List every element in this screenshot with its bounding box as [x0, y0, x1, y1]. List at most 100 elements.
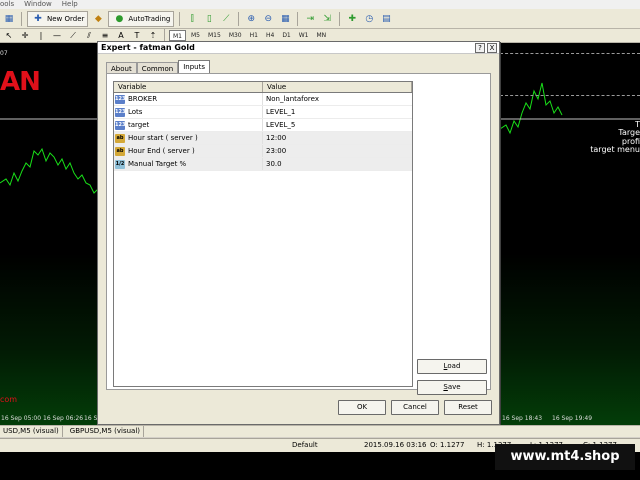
- table-row[interactable]: ab Hour start ( server ) 12:00: [114, 132, 412, 145]
- help-button[interactable]: ?: [475, 43, 485, 53]
- value-cell[interactable]: 12:00: [263, 132, 286, 144]
- new-order-button[interactable]: ✚ New Order: [27, 10, 89, 27]
- timeframe-mn[interactable]: MN: [314, 30, 330, 41]
- table-row[interactable]: 123 Lots LEVEL_1: [114, 106, 412, 119]
- table-row[interactable]: 1/2 Manual Target % 30.0: [114, 158, 412, 171]
- bar-chart-icon[interactable]: ⫿: [185, 12, 199, 26]
- table-row[interactable]: 123 BROKER Non_lantaforex: [114, 93, 412, 106]
- chart-window-right[interactable]: T Targe profi target menu 16 Sep 18:43 1…: [500, 43, 640, 425]
- variable-cell: 123 BROKER: [114, 93, 263, 105]
- load-button[interactable]: Load: [417, 359, 487, 374]
- toolbar-separator: [297, 11, 299, 26]
- price-label: 07: [0, 50, 8, 57]
- chart-watermark-text: com: [0, 395, 18, 404]
- periods-icon[interactable]: ◷: [362, 12, 376, 26]
- cancel-button[interactable]: Cancel: [391, 400, 439, 415]
- inputs-panel: Variable Value 123 BROKER Non_lantaforex…: [106, 73, 491, 395]
- autotrading-icon: ●: [115, 13, 124, 24]
- chart-logo-text: AN: [0, 67, 41, 97]
- variable-name: Hour End ( server ): [128, 147, 195, 155]
- site-watermark: www.mt4.shop: [495, 444, 635, 470]
- column-header-variable[interactable]: Variable: [114, 82, 263, 92]
- vertical-line-icon[interactable]: |: [34, 29, 48, 43]
- tab-inputs[interactable]: Inputs: [178, 60, 211, 74]
- menu-help[interactable]: Help: [62, 0, 78, 9]
- dialog-title: Expert - fatman Gold: [101, 43, 195, 52]
- load-button-label: Load: [443, 362, 461, 370]
- enum-type-icon: 123: [115, 94, 126, 104]
- timeframe-m5[interactable]: M5: [188, 30, 203, 41]
- save-button-label: Save: [443, 383, 461, 391]
- table-row[interactable]: 123 target LEVEL_5: [114, 119, 412, 132]
- double-type-icon: 1/2: [115, 159, 125, 169]
- variable-name: target: [128, 121, 150, 129]
- candlestick-icon[interactable]: ▯: [202, 12, 216, 26]
- save-button[interactable]: Save: [417, 380, 487, 395]
- variable-name: Hour start ( server ): [128, 134, 198, 142]
- indicators-icon[interactable]: ✚: [345, 12, 359, 26]
- variable-cell: 123 target: [114, 119, 263, 131]
- cursor-icon[interactable]: ↖: [2, 29, 16, 43]
- zoom-out-icon[interactable]: ⊖: [261, 12, 275, 26]
- tile-windows-icon[interactable]: ▦: [278, 12, 292, 26]
- toolbar-separator: [179, 11, 181, 26]
- status-open: O: 1.1277: [430, 441, 465, 449]
- reset-button-label: Reset: [458, 403, 478, 411]
- variable-cell: 1/2 Manual Target %: [114, 158, 263, 170]
- autotrading-button[interactable]: ● AutoTrading: [108, 10, 175, 27]
- chart-shift-icon[interactable]: ⇥: [303, 12, 317, 26]
- enum-type-icon: 123: [115, 120, 126, 130]
- dialog-tabs: About Common Inputs: [106, 60, 211, 74]
- ok-button[interactable]: OK: [338, 400, 386, 415]
- table-row[interactable]: ab Hour End ( server ) 23:00: [114, 145, 412, 158]
- line-chart-icon[interactable]: ⟋: [219, 12, 233, 26]
- horizontal-line-icon[interactable]: —: [50, 29, 64, 43]
- dialog-titlebar[interactable]: Expert - fatman Gold ? X: [98, 42, 499, 54]
- print-icon[interactable]: ▦: [2, 12, 16, 26]
- market-watch-icon[interactable]: ◆: [91, 12, 105, 26]
- timeframe-w1[interactable]: W1: [296, 30, 312, 41]
- chart-tabs-bar: USD,M5 (visual) GBPUSD,M5 (visual): [0, 425, 640, 437]
- timeframe-m15[interactable]: M15: [205, 30, 224, 41]
- value-cell[interactable]: Non_lantaforex: [263, 93, 319, 105]
- toolbar-separator: [339, 11, 341, 26]
- variable-cell: 123 Lots: [114, 106, 263, 118]
- close-button[interactable]: X: [487, 43, 497, 53]
- menu-tools[interactable]: ools: [0, 0, 14, 9]
- timeframe-d1[interactable]: D1: [279, 30, 293, 41]
- zoom-in-icon[interactable]: ⊕: [244, 12, 258, 26]
- new-order-icon: ✚: [34, 13, 42, 24]
- time-tick: 16 Sep 19:49: [552, 415, 593, 422]
- dashed-level: [500, 53, 640, 54]
- chart-tab[interactable]: USD,M5 (visual): [0, 426, 63, 437]
- cancel-button-label: Cancel: [403, 403, 427, 411]
- autoscroll-icon[interactable]: ⇲: [320, 12, 334, 26]
- value-cell[interactable]: LEVEL_1: [263, 106, 295, 118]
- time-tick: 16 S: [84, 415, 98, 422]
- chart-window-left[interactable]: 07 AN com 16 Sep 05:00 16 Sep 06:26 16 S: [0, 43, 98, 425]
- timeframe-h4[interactable]: H4: [263, 30, 277, 41]
- toolbar-separator: [21, 11, 22, 26]
- column-header-value[interactable]: Value: [263, 82, 412, 92]
- timeframe-h1[interactable]: H1: [247, 30, 261, 41]
- status-profile: Default: [292, 441, 318, 449]
- ok-button-label: OK: [356, 403, 368, 411]
- crosshair-icon[interactable]: ✛: [18, 29, 32, 43]
- string-type-icon: ab: [115, 146, 125, 156]
- inputs-table: Variable Value 123 BROKER Non_lantaforex…: [113, 81, 413, 387]
- autotrading-label: AutoTrading: [128, 14, 171, 23]
- chart-tab[interactable]: GBPUSD,M5 (visual): [67, 426, 144, 437]
- value-cell[interactable]: 30.0: [263, 158, 282, 170]
- value-cell[interactable]: LEVEL_5: [263, 119, 295, 131]
- price-chart-left: [0, 118, 98, 194]
- timeframe-m1[interactable]: M1: [169, 30, 186, 41]
- chart-label: target menu: [590, 145, 640, 154]
- variable-name: Manual Target %: [128, 160, 187, 168]
- reset-button[interactable]: Reset: [444, 400, 492, 415]
- value-cell[interactable]: 23:00: [263, 145, 286, 157]
- channel-icon[interactable]: ⫽: [82, 29, 96, 43]
- timeframe-m30[interactable]: M30: [226, 30, 245, 41]
- trendline-icon[interactable]: ⟋: [66, 29, 80, 43]
- templates-icon[interactable]: ▤: [379, 12, 393, 26]
- menu-window[interactable]: Window: [24, 0, 52, 9]
